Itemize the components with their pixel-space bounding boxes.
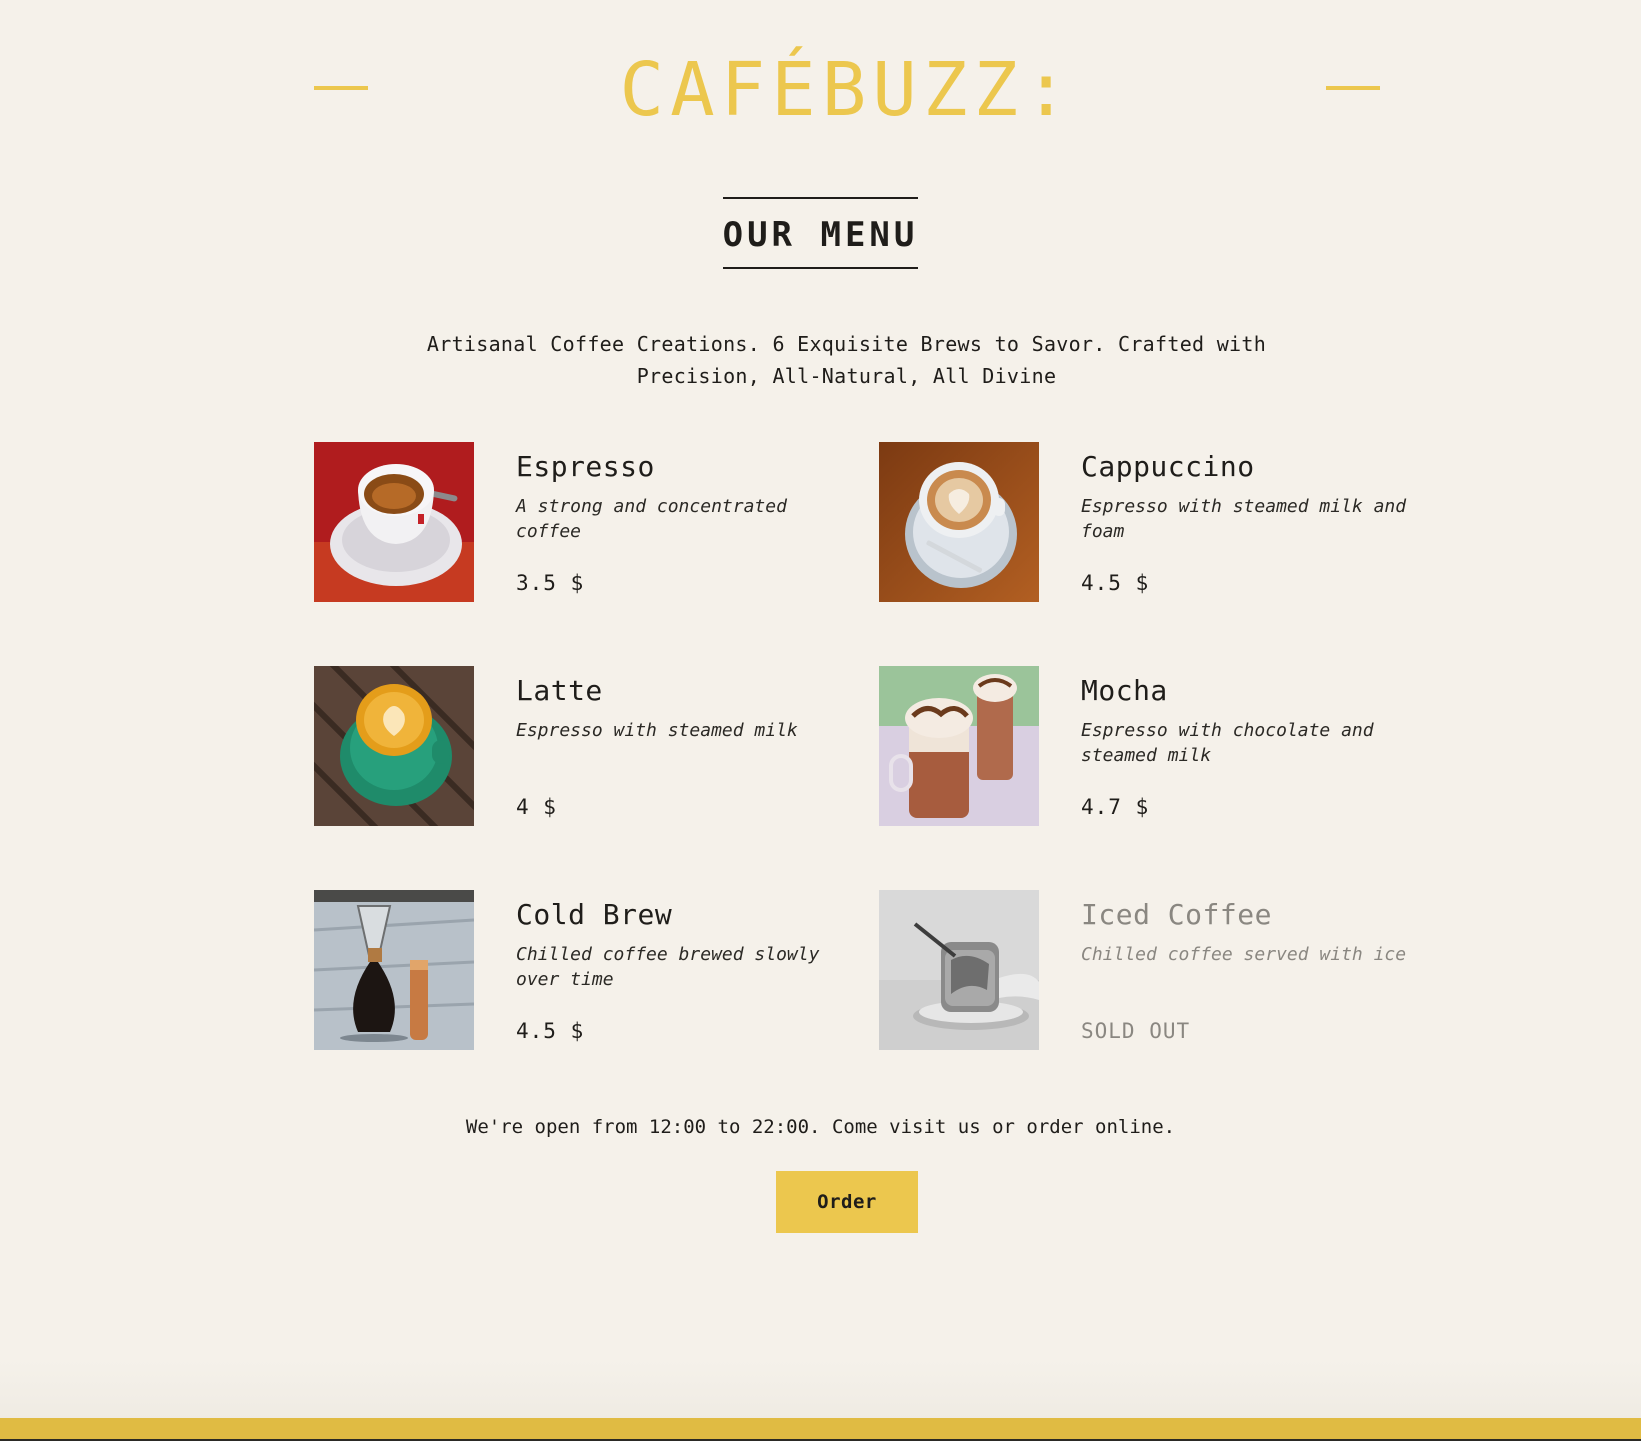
menu-item-price: 4 $: [516, 795, 557, 819]
order-button[interactable]: Order: [776, 1171, 918, 1233]
menu-item-description: Espresso with steamed milk: [516, 720, 798, 741]
menu-item-cold-brew[interactable]: Cold Brew Chilled coffee brewed slowly o…: [314, 890, 862, 1050]
latte-photo: [314, 666, 474, 826]
menu-item-price: 3.5 $: [516, 571, 585, 595]
menu-item-info: Mocha Espresso with chocolate and steame…: [1081, 666, 1427, 826]
bottom-fade: [0, 1360, 1641, 1420]
brand-logo[interactable]: CAFÉBUZZ:: [314, 50, 1380, 130]
menu-item-description: A strong and concentrated coffee: [516, 496, 787, 542]
menu-item-price: 4.5 $: [1081, 571, 1150, 595]
menu-item-name: Iced Coffee: [1081, 898, 1272, 931]
menu-item-description: Chilled coffee brewed slowly over time: [516, 944, 820, 990]
mocha-photo: [879, 666, 1039, 826]
menu-item-info: Espresso A strong and concentrated coffe…: [516, 442, 862, 602]
menu-title: OUR MENU: [722, 197, 919, 269]
menu-item-name: Cappuccino: [1081, 450, 1255, 483]
menu-item-description: Espresso with steamed milk and foam: [1081, 496, 1407, 542]
menu-item-info: Latte Espresso with steamed milk 4 $: [516, 666, 862, 826]
menu-item-name: Cold Brew: [516, 898, 673, 931]
opening-hours: We're open from 12:00 to 22:00. Come vis…: [465, 1116, 1176, 1138]
menu-item-name: Latte: [516, 674, 603, 707]
menu-item-name: Mocha: [1081, 674, 1168, 707]
page: CAFÉBUZZ: OUR MENU Artisanal Coffee Crea…: [0, 0, 1641, 1441]
menu-item-price: 4.5 $: [516, 1019, 585, 1043]
iced-coffee-photo: [879, 890, 1039, 1050]
menu-item-description: Espresso with chocolate and steamed milk: [1081, 720, 1374, 766]
espresso-photo: [314, 442, 474, 602]
menu-item-info: Iced Coffee Chilled coffee served with i…: [1081, 890, 1427, 1050]
cappuccino-photo: [879, 442, 1039, 602]
menu-item-mocha[interactable]: Mocha Espresso with chocolate and steame…: [879, 666, 1427, 826]
menu-item-description: Chilled coffee served with ice: [1081, 944, 1407, 965]
brand-dash-right: [1326, 86, 1380, 90]
menu-item-info: Cappuccino Espresso with steamed milk an…: [1081, 442, 1427, 602]
bottom-accent-bar: [0, 1418, 1641, 1441]
menu-item-price: 4.7 $: [1081, 795, 1150, 819]
menu-item-espresso[interactable]: Espresso A strong and concentrated coffe…: [314, 442, 862, 602]
menu-item-latte[interactable]: Latte Espresso with steamed milk 4 $: [314, 666, 862, 826]
menu-item-cappuccino[interactable]: Cappuccino Espresso with steamed milk an…: [879, 442, 1427, 602]
brand-row: CAFÉBUZZ:: [314, 50, 1380, 130]
cold-brew-photo: [314, 890, 474, 1050]
menu-item-iced-coffee[interactable]: Iced Coffee Chilled coffee served with i…: [879, 890, 1427, 1050]
sold-out-label: SOLD OUT: [1081, 1019, 1191, 1043]
menu-tagline: Artisanal Coffee Creations. 6 Exquisite …: [426, 332, 1267, 388]
menu-title-wrap: OUR MENU: [0, 197, 1641, 269]
menu-item-name: Espresso: [516, 450, 655, 483]
menu-item-info: Cold Brew Chilled coffee brewed slowly o…: [516, 890, 862, 1050]
